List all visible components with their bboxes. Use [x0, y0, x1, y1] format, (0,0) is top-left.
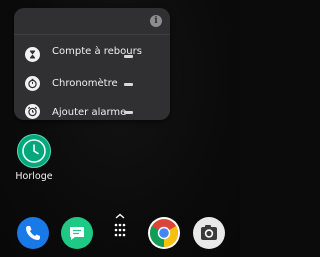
phone-icon: [26, 226, 40, 240]
chrome-icon: [150, 219, 178, 247]
messages-icon: [70, 227, 84, 240]
shortcut-add-alarm[interactable]: Ajouter alarme: [14, 98, 170, 126]
shortcut-stopwatch[interactable]: Chronomètre: [14, 70, 170, 98]
app-drawer-icon: [114, 213, 126, 237]
messages-app-button[interactable]: [61, 217, 93, 249]
clock-icon: [22, 139, 46, 163]
phone-app-button[interactable]: [17, 217, 49, 249]
home-screen: i Compte à rebours Chronomètre Ajouter a…: [0, 0, 240, 257]
hourglass-icon: [25, 47, 40, 62]
shortcut-countdown[interactable]: Compte à rebours: [14, 41, 170, 69]
clock-app-label: Horloge: [15, 171, 53, 182]
drag-handle-icon[interactable]: [124, 111, 133, 114]
drag-handle-icon[interactable]: [124, 55, 133, 58]
app-drawer-button[interactable]: [109, 213, 131, 243]
shortcut-label: Ajouter alarme: [52, 107, 127, 118]
alarm-clock-icon: [25, 104, 40, 119]
info-icon[interactable]: i: [150, 15, 162, 27]
camera-app-button[interactable]: [193, 217, 225, 249]
camera-icon: [201, 225, 217, 240]
stopwatch-icon: [25, 76, 40, 91]
drag-handle-icon[interactable]: [124, 83, 133, 86]
app-shortcuts-popup: i Compte à rebours Chronomètre Ajouter a…: [14, 8, 170, 120]
clock-app-icon[interactable]: [17, 134, 51, 168]
popup-header: i: [14, 8, 170, 35]
chrome-app-button[interactable]: [148, 217, 180, 249]
shortcut-label: Chronomètre: [52, 78, 118, 89]
